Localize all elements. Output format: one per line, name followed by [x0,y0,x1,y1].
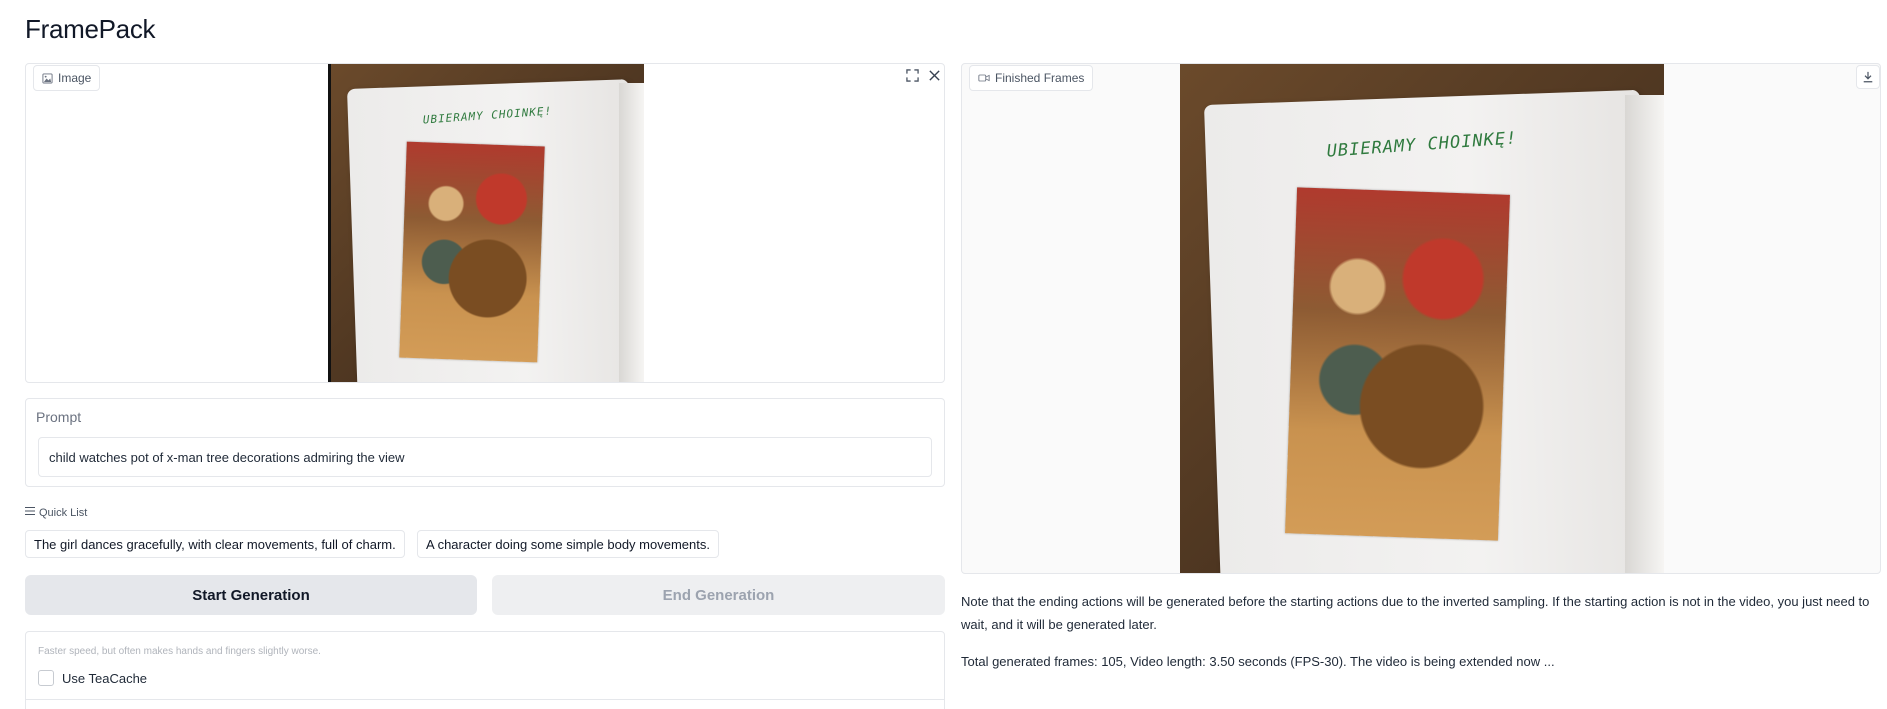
image-panel-label: Image [33,65,101,91]
quick-list-item[interactable]: A character doing some simple body movem… [417,530,719,558]
photo-picture [1285,187,1511,541]
generation-status: Total generated frames: 105, Video lengt… [961,654,1555,669]
finished-frames-label: Finished Frames [969,65,1094,91]
teacache-info: Faster speed, but often makes hands and … [38,646,321,657]
video-icon [978,73,990,83]
end-generation-button: End Generation [492,575,945,615]
settings-divider [26,699,944,700]
image-icon [42,72,53,84]
start-generation-button[interactable]: Start Generation [25,575,477,615]
settings-panel: Faster speed, but often makes hands and … [25,631,945,709]
framepack-app: FramePack Image UBIERAMY CHOINKĘ! Prompt [0,0,1887,709]
quick-list-item[interactable]: The girl dances gracefully, with clear m… [25,530,405,558]
image-label-text: Image [58,71,92,85]
fullscreen-icon[interactable] [903,66,921,84]
list-icon [25,506,35,519]
prompt-panel: Prompt [25,398,945,487]
teacache-checkbox[interactable] [38,670,54,686]
photo-picture [399,141,545,363]
close-icon[interactable] [925,66,943,84]
teacache-label: Use TeaCache [62,670,148,686]
finished-frames-panel: Finished Frames UBIERAMY CHOINKĘ! [961,63,1881,574]
prompt-label: Prompt [36,409,82,425]
quick-list-title: Quick List [25,506,87,519]
image-input-panel[interactable]: Image UBIERAMY CHOINKĘ! [25,63,945,383]
input-image-preview: UBIERAMY CHOINKĘ! [328,64,644,382]
finished-frames-label-text: Finished Frames [995,71,1085,85]
sampling-note: Note that the ending actions will be gen… [961,594,1870,632]
prompt-input[interactable] [38,437,932,477]
download-icon[interactable] [1856,65,1880,89]
quick-list-title-text: Quick List [39,506,88,519]
app-title: FramePack [25,14,156,44]
output-video-player[interactable]: UBIERAMY CHOINKĘ! [1180,64,1664,573]
teacache-option[interactable]: Use TeaCache [38,670,147,686]
